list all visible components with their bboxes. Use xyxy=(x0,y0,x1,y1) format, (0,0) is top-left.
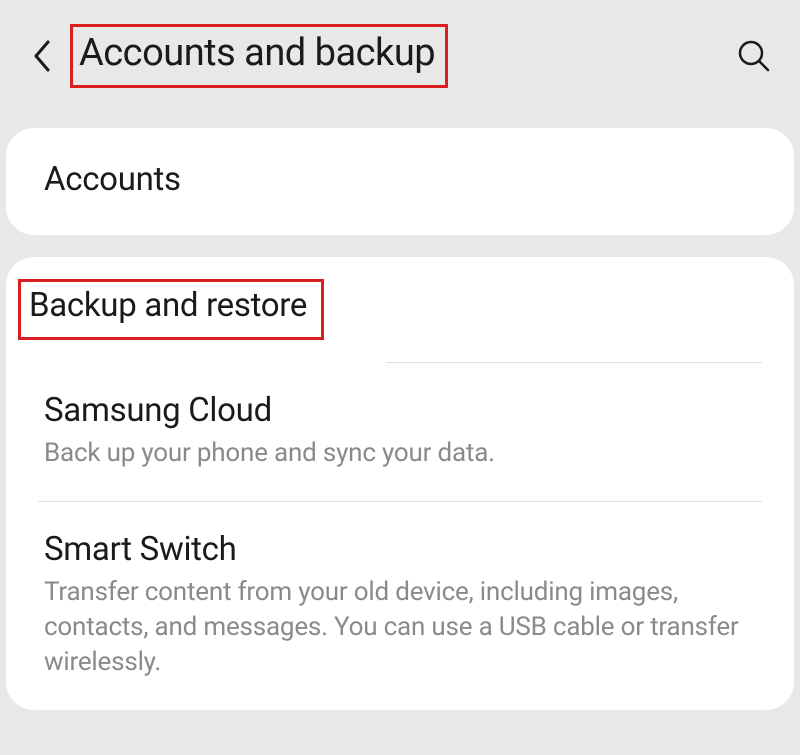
section-header: Backup and restore xyxy=(6,257,794,362)
search-icon[interactable] xyxy=(736,38,772,74)
section-header-text: Backup and restore xyxy=(29,286,307,325)
backup-restore-card: Backup and restore Samsung Cloud Back up… xyxy=(6,257,794,710)
section-header-highlight-box: Backup and restore xyxy=(18,279,324,340)
accounts-item[interactable]: Accounts xyxy=(6,128,794,235)
smart-switch-item[interactable]: Smart Switch Transfer content from your … xyxy=(6,502,794,710)
back-icon[interactable] xyxy=(28,42,56,70)
samsung-cloud-item[interactable]: Samsung Cloud Back up your phone and syn… xyxy=(6,363,794,501)
accounts-card: Accounts xyxy=(6,128,794,235)
list-item-title: Accounts xyxy=(44,160,756,199)
list-item-subtitle: Transfer content from your old device, i… xyxy=(44,575,756,680)
list-item-title: Smart Switch xyxy=(44,530,756,569)
page-title: Accounts and backup xyxy=(79,31,435,75)
app-header: Accounts and backup xyxy=(0,0,800,128)
list-item-title: Samsung Cloud xyxy=(44,391,756,430)
title-highlight-box: Accounts and backup xyxy=(70,24,448,88)
list-item-subtitle: Back up your phone and sync your data. xyxy=(44,436,756,471)
